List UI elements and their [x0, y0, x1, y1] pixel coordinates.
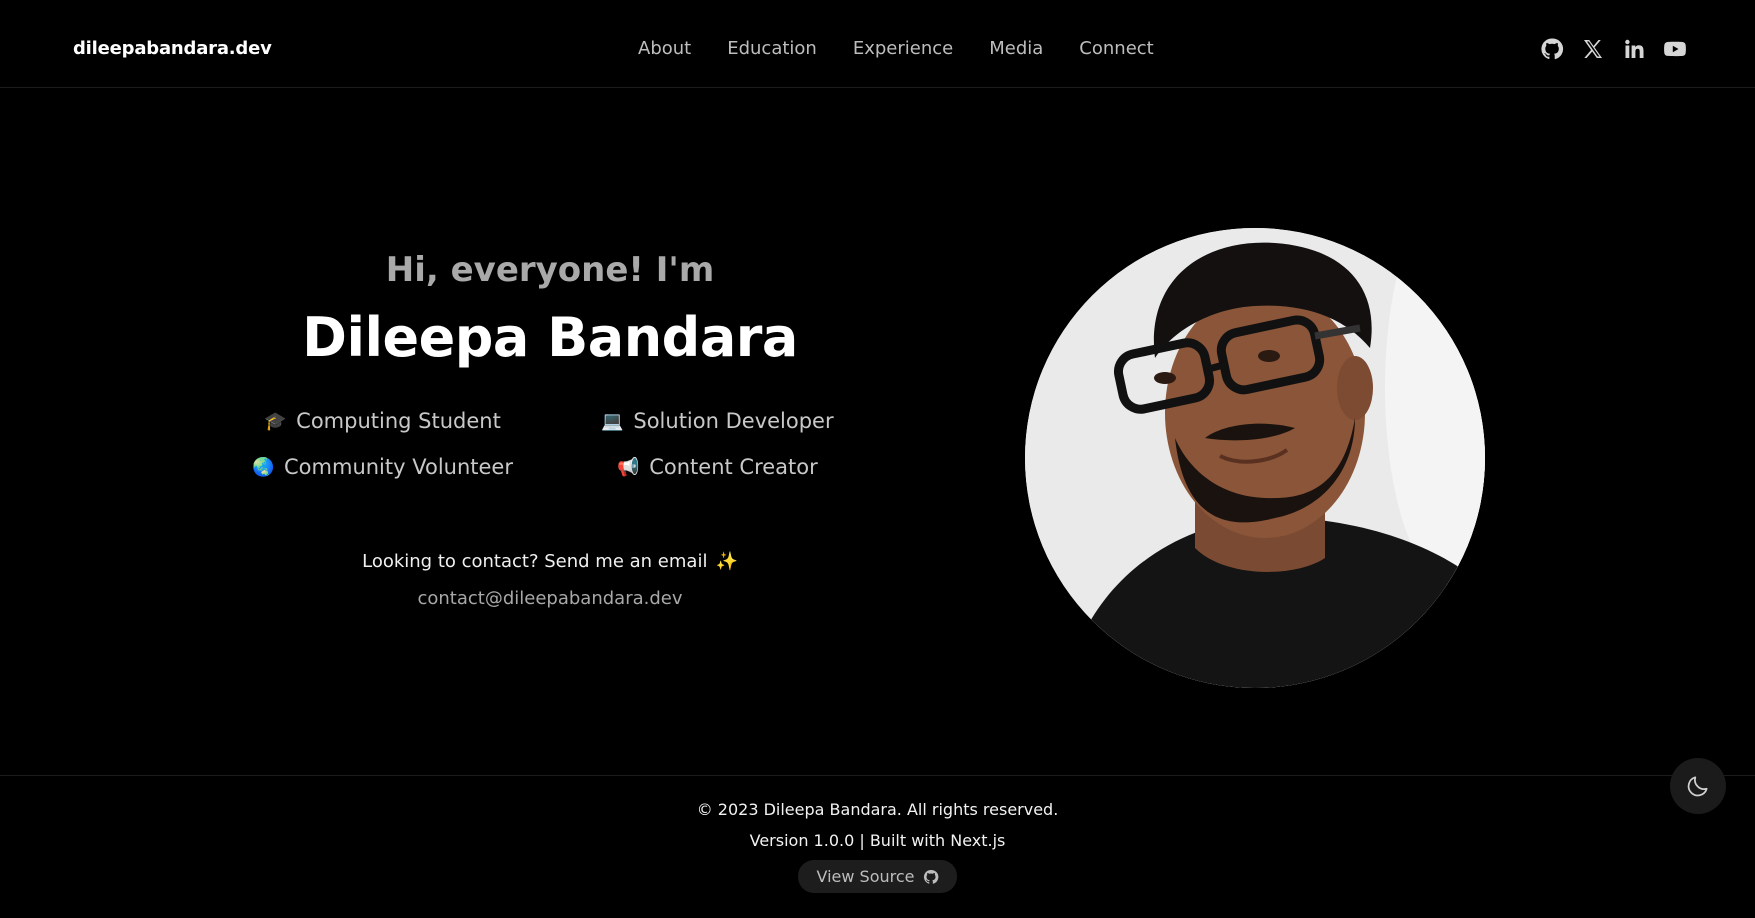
greeting: Hi, everyone! I'm [385, 250, 715, 290]
linkedin-icon[interactable] [1622, 37, 1646, 61]
contact-prompt-text: Looking to contact? Send me an email [362, 551, 708, 572]
social-links [1540, 37, 1687, 61]
role-content-creator: 📢 Content Creator [617, 455, 818, 479]
moon-icon [1687, 776, 1708, 797]
email-link[interactable]: contact@dileepabandara.dev [417, 588, 682, 609]
role-label: Community Volunteer [284, 455, 513, 479]
nav-about[interactable]: About [638, 38, 691, 59]
x-icon[interactable] [1581, 37, 1605, 61]
avatar [1025, 228, 1485, 688]
page: dileepabandara.dev About Education Exper… [0, 0, 1755, 918]
brand-link[interactable]: dileepabandara.dev [73, 38, 272, 59]
github-icon [923, 869, 938, 884]
main-nav: About Education Experience Media Connect [638, 38, 1154, 59]
sparkles-icon: ✨ [715, 551, 738, 572]
role-community-volunteer: 🌏 Community Volunteer [252, 455, 513, 479]
view-source-label: View Source [816, 867, 915, 886]
roles-list: 🎓 Computing Student 💻 Solution Developer… [230, 409, 870, 479]
globe-icon: 🌏 [252, 456, 275, 478]
role-computing-student: 🎓 Computing Student [264, 409, 501, 433]
theme-toggle-button[interactable] [1670, 758, 1726, 814]
hero-intro: Hi, everyone! I'm Dileepa Bandara 🎓 Comp… [230, 250, 870, 609]
youtube-icon[interactable] [1663, 37, 1687, 61]
role-label: Solution Developer [633, 409, 834, 433]
laptop-icon: 💻 [601, 410, 624, 432]
nav-media[interactable]: Media [989, 38, 1043, 59]
portrait-image [1025, 228, 1485, 688]
contact-prompt: Looking to contact? Send me an email ✨ [230, 551, 870, 572]
github-icon[interactable] [1540, 37, 1564, 61]
role-label: Computing Student [296, 409, 501, 433]
site-header: dileepabandara.dev About Education Exper… [0, 0, 1755, 88]
megaphone-icon: 📢 [617, 456, 640, 478]
role-solution-developer: 💻 Solution Developer [601, 409, 833, 433]
nav-education[interactable]: Education [727, 38, 817, 59]
view-source-button[interactable]: View Source [798, 860, 957, 893]
nav-connect[interactable]: Connect [1079, 38, 1153, 59]
nav-experience[interactable]: Experience [853, 38, 953, 59]
graduation-cap-icon: 🎓 [264, 410, 287, 432]
copyright: © 2023 Dileepa Bandara. All rights reser… [696, 800, 1059, 819]
role-label: Content Creator [649, 455, 818, 479]
hero-name: Dileepa Bandara [302, 306, 798, 369]
version-info: Version 1.0.0 | Built with Next.js [749, 831, 1006, 850]
site-footer: © 2023 Dileepa Bandara. All rights reser… [0, 775, 1755, 918]
